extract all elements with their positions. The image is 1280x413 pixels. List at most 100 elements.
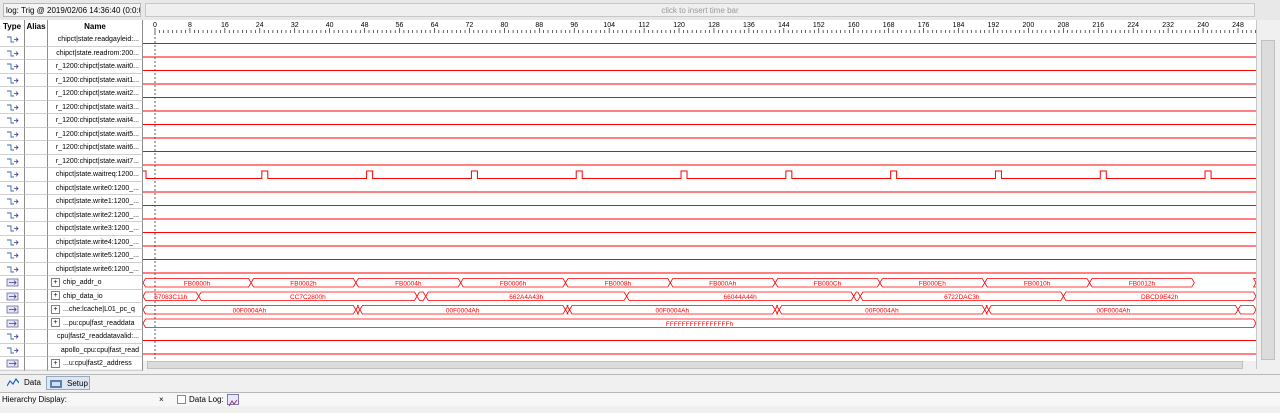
signal-alias-cell [25,154,48,168]
bus-value-label: FFFFFFFFFFFFFFFFh [666,321,734,328]
horizontal-scroll-thumb[interactable] [147,361,1243,369]
signal-alias-cell [25,141,48,155]
signal-alias-cell [25,276,48,290]
ruler-tick-label: 248 [1232,22,1244,29]
column-name-header[interactable]: Name [48,20,143,33]
tab-data[interactable]: Data [4,376,44,390]
bus-value-label: FB0012h [1129,280,1156,287]
signal-name: + chip_data_io [48,289,143,303]
ruler-tick-label: 72 [466,22,474,29]
ruler-tick-label: 56 [396,22,404,29]
hierarchy-display-label: Hierarchy Display: [2,395,67,404]
column-header-row: Type Alias Name 0 8 16 24 32 40 48 56 64 72 80 88 96… [0,20,1256,34]
bus-value-label: 00F0004Ah [655,307,689,314]
bus-segment [853,291,861,301]
bus-value-label: 00F0004Ah [233,307,267,314]
expand-icon[interactable]: + [51,318,60,328]
signal-name: ...r_1200:chipct|state.wait7 [48,154,143,168]
bit-signal-icon [7,239,19,245]
bit-signal-icon [7,117,19,124]
bit-signal-icon [7,185,19,191]
time-bar-hint[interactable]: click to insert time bar [145,3,1255,17]
bus-value-label: DBCD9E42h [1141,294,1179,301]
expand-icon[interactable]: + [51,291,60,301]
signal-alias-cell [25,114,48,128]
signal-type-cell [0,330,25,344]
bus-value-label: 67083C11h [154,294,188,301]
tab-setup-label: Setup [67,379,88,388]
tab-setup[interactable]: Setup [46,376,90,390]
signal-name: ...r_1200:chipct|state.wait3 [48,100,143,114]
signal-type-cell [0,235,25,249]
signal-name: + ...che:lcache|L01_pc_q [48,303,143,317]
data-log-icon[interactable] [227,394,239,407]
signal-name-text: ...che:lcache|L01_pc_q [63,306,135,313]
bit-signal-icon [7,171,19,178]
bit-signal-icon [7,90,19,97]
signal-type-cell [0,60,25,74]
bus-signal-icon [6,305,19,314]
signal-type-cell [0,303,25,317]
bit-signal-icon [7,252,19,259]
bus-segment [984,305,990,315]
bus-segment [1237,305,1256,315]
time-ruler[interactable]: 0 8 16 24 32 40 48 56 64 72 80 88 96 104 112 120 128 136 1… [143,20,1256,33]
bit-signal-icon [7,36,19,43]
bit-signal-icon [7,144,19,151]
vertical-scrollbar[interactable] [1256,20,1280,369]
column-alias-header[interactable]: Alias [25,20,48,33]
signal-alias-cell [25,235,48,249]
ruler-tick-label: 208 [1057,22,1069,29]
signal-name: ...r_1200:chipct|state.wait5 [48,127,143,141]
signal-type-cell [0,33,25,47]
bus-value-label: 66044A44h [724,294,758,301]
signal-name: ..._1200:chipct|state.write5 [48,249,143,263]
ruler-tick-label: 168 [883,22,895,29]
signal-name: ...r_1200:chipct|state.wait0 [48,60,143,74]
tab-bar: Data Setup [0,374,1280,392]
signal-type-cell [0,357,25,371]
ruler-tick-label: 64 [431,22,439,29]
bit-signal-icon [7,225,19,232]
ruler-tick-label: 0 [153,22,157,29]
signal-name: + ...u:cpu|fast2_address [48,357,143,371]
signal-type-cell [0,276,25,290]
signal-alias-cell [25,330,48,344]
signal-name: ...:chipct|state.readgayleid [48,33,143,47]
data-log-checkbox[interactable] [177,395,186,404]
signal-type-cell [0,181,25,195]
horizontal-scrollbar[interactable] [143,361,1256,369]
hierarchy-close-button[interactable]: × [159,394,164,406]
ruler-tick-label: 8 [188,22,192,29]
signal-name: ...200:chipct|state.readrom [48,46,143,60]
tab-data-label: Data [24,378,41,387]
bus-segment [416,291,427,301]
expand-icon[interactable]: + [51,277,60,287]
bit-signal-icon [7,104,19,110]
signal-type-cell [0,154,25,168]
setup-tab-icon [50,379,62,389]
bus-value-label: 00F0004Ah [1097,307,1131,314]
bit-signal-icon [7,131,19,137]
signal-name: ..._1200:chipct|state.write2 [48,208,143,222]
signal-name-text: chip_data_io [63,292,103,300]
expand-icon[interactable]: + [51,304,60,314]
bus-value-label: FB0002h [290,280,317,287]
signal-trace [143,170,1256,179]
ruler-tick-label: 232 [1162,22,1174,29]
vertical-scroll-thumb[interactable] [1261,40,1275,360]
expand-icon[interactable]: + [51,358,60,368]
bit-signal-icon [7,50,19,56]
ruler-tick-label: 184 [953,22,965,29]
signal-alias-cell [25,33,48,47]
signal-alias-cell [25,303,48,317]
signal-type-cell [0,141,25,155]
column-type-header[interactable]: Type [0,20,25,33]
bus-signal-icon [6,292,19,300]
waveform-area[interactable]: FB0000h FB0002h FB0004h FB0006h FB0008h FB000… [143,33,1256,369]
signal-name-text: ...pu:cpu|fast_readdata [63,319,135,327]
bus-value-label: FB0006h [500,280,527,287]
ruler-tick-label: 192 [988,22,1000,29]
signal-name: ..._1200:chipct|state.write1 [48,195,143,209]
signal-type-cell [0,222,25,236]
